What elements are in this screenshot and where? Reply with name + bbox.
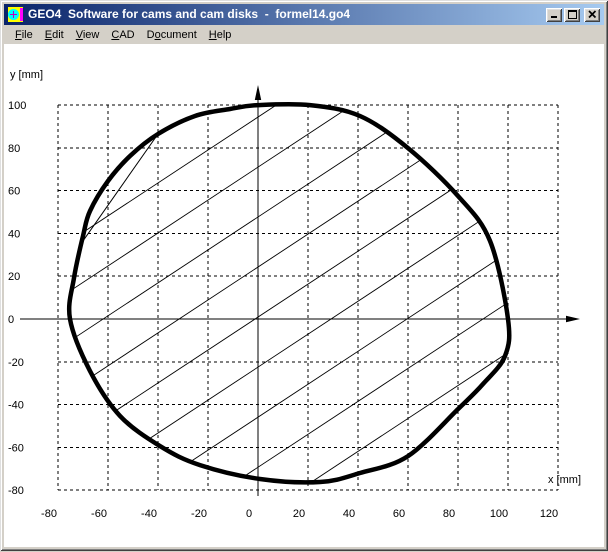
menu-bar: FileEditViewCADDocumentHelp: [4, 25, 604, 44]
cam-bar-icon: [20, 8, 23, 21]
y-tick-label: 0: [8, 314, 14, 326]
y-tick-label: -80: [8, 485, 24, 497]
x-axis-label: x [mm]: [548, 474, 581, 486]
menu-item-help[interactable]: Help: [204, 27, 237, 43]
title-bar[interactable]: GEO4 Software for cams and cam disks - f…: [4, 4, 604, 25]
menu-item-document[interactable]: Document: [142, 27, 202, 43]
x-tick-label: 60: [393, 508, 405, 520]
y-axis-label: y [mm]: [10, 69, 43, 81]
x-tick-label: -20: [191, 508, 207, 520]
x-tick-label: 120: [540, 508, 558, 520]
y-tick-label: -60: [8, 442, 24, 454]
y-tick-label: 40: [8, 228, 20, 240]
maximize-button[interactable]: [564, 8, 580, 22]
menu-item-file[interactable]: File: [10, 27, 38, 43]
menu-item-view[interactable]: View: [71, 27, 105, 43]
x-axis-arrow-icon: [566, 316, 580, 322]
maximize-icon: [568, 10, 577, 19]
minimize-icon: [550, 10, 559, 19]
x-tick-label: 0: [246, 508, 252, 520]
y-axis-arrow-icon: [255, 85, 261, 100]
window-title: GEO4 Software for cams and cam disks - f…: [28, 4, 544, 25]
window-controls: [544, 8, 600, 22]
y-tick-label: 80: [8, 143, 20, 155]
flank-line: [83, 134, 158, 241]
hatch-line: [21, 95, 596, 474]
minimize-button[interactable]: [546, 8, 562, 22]
y-tick-label: -40: [8, 400, 24, 412]
y-tick-label: -20: [8, 357, 24, 369]
cam-outline-path: [69, 104, 509, 482]
app-icon: [8, 7, 23, 22]
plot-area: -80 -60 -40 -20 0 20 40 60 80 100 120 100 80 60 40 20 0 -…: [4, 44, 604, 547]
x-tick-label: 80: [443, 508, 455, 520]
plot-canvas: -80 -60 -40 -20 0 20 40 60 80 100 120 100 80 60 40 20 0 -…: [4, 44, 604, 547]
app-window: GEO4 Software for cams and cam disks - f…: [0, 0, 608, 551]
crosshair-icon: [13, 11, 14, 18]
menu-item-cad[interactable]: CAD: [106, 27, 139, 43]
x-tick-label: -40: [141, 508, 157, 520]
x-tick-label: -60: [91, 508, 107, 520]
x-tick-label: 40: [343, 508, 355, 520]
x-tick-label: 100: [490, 508, 508, 520]
close-icon: [588, 10, 597, 19]
y-tick-label: 60: [8, 186, 20, 198]
y-tick-label: 100: [8, 100, 26, 112]
x-tick-label: 20: [293, 508, 305, 520]
hatch-line: [21, 45, 596, 424]
close-button[interactable]: [584, 8, 600, 22]
y-tick-label: 20: [8, 271, 20, 283]
menu-item-edit[interactable]: Edit: [40, 27, 69, 43]
x-tick-label: -80: [41, 508, 57, 520]
